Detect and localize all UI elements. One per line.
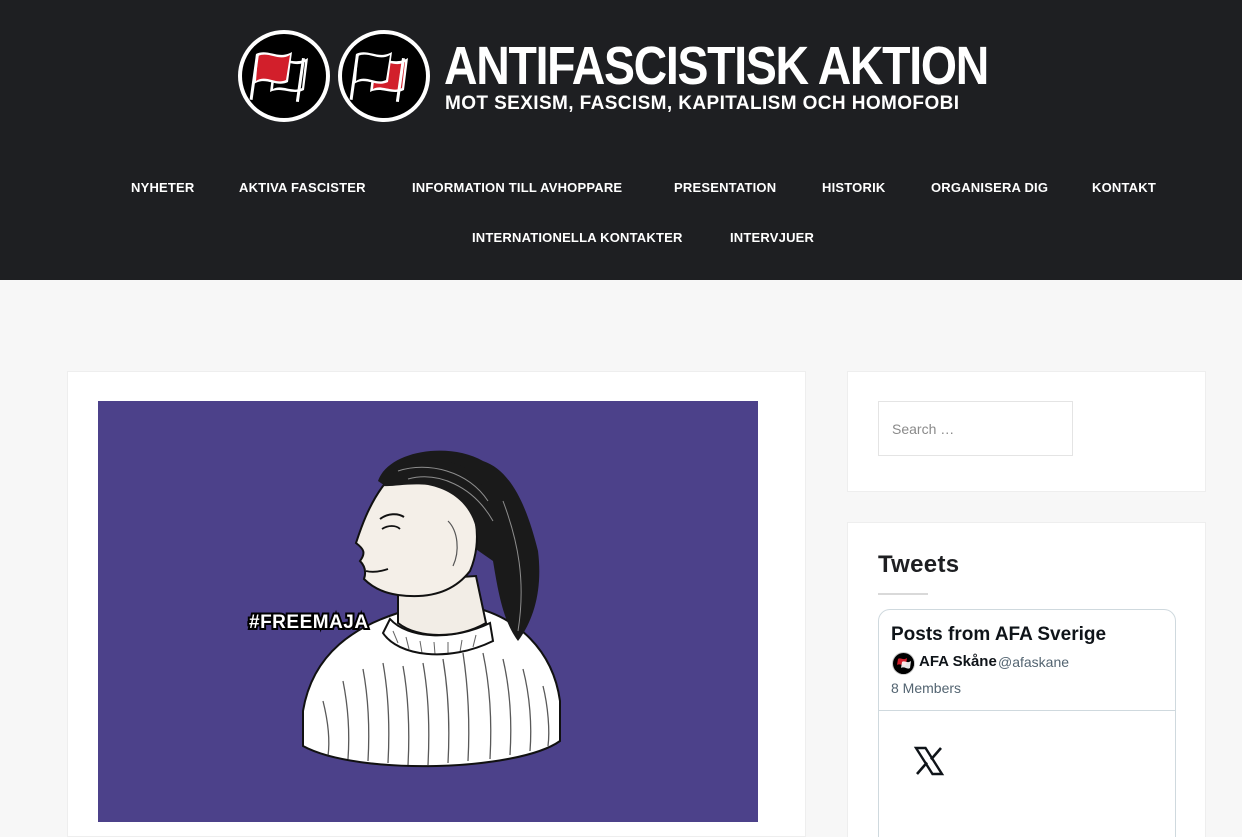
nav-item-presentation[interactable]: PRESENTATION (674, 170, 776, 206)
nav-item-kontakt[interactable]: KONTAKT (1092, 170, 1156, 206)
nav-item-internationella-kontakter[interactable]: INTERNATIONELLA KONTAKTER (472, 220, 683, 256)
nav-row-2: INTERNATIONELLA KONTAKTER INTERVJUER (0, 220, 1242, 256)
site-title[interactable]: ANTIFASCISTISK AKTION (444, 36, 989, 96)
x-logo-icon (913, 746, 945, 776)
nav-item-organisera-dig[interactable]: ORGANISERA DIG (931, 170, 1048, 206)
members-count: 8 Members (891, 680, 962, 696)
twitter-embed-heading[interactable]: Posts from AFA Sverige (891, 624, 1106, 646)
title-underline (878, 593, 928, 595)
site-logo[interactable]: ANTIFASCISTISK AKTION MOT SEXISM, FASCIS… (238, 30, 1038, 122)
search-input[interactable] (878, 401, 1073, 456)
twitter-embed[interactable]: Posts from AFA Sverige AFA Skåne @afaska… (878, 609, 1176, 837)
black-red-flag-icon (338, 30, 430, 122)
freemaja-portrait-illustration: #FREEMAJA (247, 450, 561, 768)
account-avatar[interactable] (892, 652, 915, 675)
nav-item-intervjuer[interactable]: INTERVJUER (730, 220, 814, 256)
embed-divider (879, 710, 1175, 711)
nav-item-nyheter[interactable]: NYHETER (131, 170, 195, 206)
site-tagline: MOT SEXISM, FASCISM, KAPITALISM OCH HOMO… (445, 93, 960, 114)
post-featured-image[interactable]: #FREEMAJA (98, 401, 758, 822)
account-name[interactable]: AFA Skåne (919, 653, 997, 670)
nav-item-historik[interactable]: HISTORIK (822, 170, 885, 206)
red-black-flag-icon (238, 30, 330, 122)
nav-item-information-till-avhoppare[interactable]: INFORMATION TILL AVHOPPARE (412, 170, 622, 206)
nav-row-1: NYHETER AKTIVA FASCISTER INFORMATION TIL… (0, 170, 1242, 206)
site-header: ANTIFASCISTISK AKTION MOT SEXISM, FASCIS… (0, 0, 1242, 280)
freemaja-text: #FREEMAJA (249, 612, 369, 633)
nav-item-aktiva-fascister[interactable]: AKTIVA FASCISTER (239, 170, 366, 206)
tweets-widget-title: Tweets (878, 551, 960, 578)
account-handle[interactable]: @afaskane (998, 654, 1069, 670)
